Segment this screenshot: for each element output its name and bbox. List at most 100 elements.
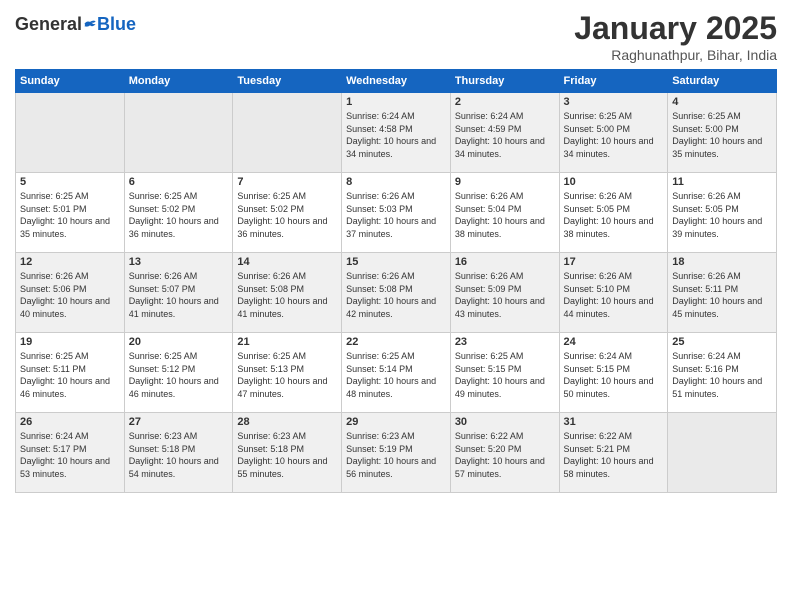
day-info: Sunrise: 6:25 AM Sunset: 5:00 PM Dayligh… (564, 110, 664, 160)
day-info: Sunrise: 6:26 AM Sunset: 5:05 PM Dayligh… (672, 190, 772, 240)
calendar-day-cell: 15 Sunrise: 6:26 AM Sunset: 5:08 PM Dayli… (342, 253, 451, 333)
logo-bird-icon (83, 17, 97, 31)
logo-general-text: General (15, 14, 82, 35)
calendar-week-row: 1 Sunrise: 6:24 AM Sunset: 4:58 PM Daylig… (16, 93, 777, 173)
day-info: Sunrise: 6:26 AM Sunset: 5:04 PM Dayligh… (455, 190, 555, 240)
day-number: 1 (346, 96, 446, 108)
calendar-day-cell: 18 Sunrise: 6:26 AM Sunset: 5:11 PM Dayli… (668, 253, 777, 333)
calendar-day-cell: 10Sunrise: 6:26 AM Sunset: 5:05 PM Dayli… (559, 173, 668, 253)
day-info: Sunrise: 6:26 AM Sunset: 5:03 PM Dayligh… (346, 190, 446, 240)
calendar-day-cell: 24 Sunrise: 6:24 AM Sunset: 5:15 PM Dayli… (559, 333, 668, 413)
day-info: Sunrise: 6:25 AM Sunset: 5:02 PM Dayligh… (129, 190, 229, 240)
calendar-week-row: 5 Sunrise: 6:25 AM Sunset: 5:01 PM Daylig… (16, 173, 777, 253)
calendar-day-cell: 28Sunrise: 6:23 AM Sunset: 5:18 PM Dayli… (233, 413, 342, 493)
day-number: 20 (129, 336, 229, 348)
day-info: Sunrise: 6:25 AM Sunset: 5:11 PM Dayligh… (20, 350, 120, 400)
day-number: 4 (672, 96, 772, 108)
day-info: Sunrise: 6:23 AM Sunset: 5:19 PM Dayligh… (346, 430, 446, 480)
weekday-header: Wednesday (342, 70, 451, 93)
calendar-day-cell: 12 Sunrise: 6:26 AM Sunset: 5:06 PM Dayli… (16, 253, 125, 333)
header: General Blue January 2025 Raghunathpur, … (15, 10, 777, 63)
calendar-day-cell: 2Sunrise: 6:24 AM Sunset: 4:59 PM Daylig… (450, 93, 559, 173)
day-number: 13 (129, 256, 229, 268)
day-number: 11 (672, 176, 772, 188)
day-number: 23 (455, 336, 555, 348)
day-number: 31 (564, 416, 664, 428)
day-number: 12 (20, 256, 120, 268)
day-number: 10 (564, 176, 664, 188)
day-number: 15 (346, 256, 446, 268)
day-info: Sunrise: 6:25 AM Sunset: 5:01 PM Dayligh… (20, 190, 120, 240)
day-number: 25 (672, 336, 772, 348)
calendar-day-cell: 1 Sunrise: 6:24 AM Sunset: 4:58 PM Daylig… (342, 93, 451, 173)
day-number: 3 (564, 96, 664, 108)
day-info: Sunrise: 6:26 AM Sunset: 5:06 PM Dayligh… (20, 270, 120, 320)
calendar-day-cell: 9Sunrise: 6:26 AM Sunset: 5:04 PM Daylig… (450, 173, 559, 253)
day-info: Sunrise: 6:23 AM Sunset: 5:18 PM Dayligh… (129, 430, 229, 480)
day-info: Sunrise: 6:25 AM Sunset: 5:15 PM Dayligh… (455, 350, 555, 400)
calendar-day-cell: 23 Sunrise: 6:25 AM Sunset: 5:15 PM Dayli… (450, 333, 559, 413)
calendar-day-cell: 27 Sunrise: 6:23 AM Sunset: 5:18 PM Dayli… (124, 413, 233, 493)
calendar-day-cell: 11 Sunrise: 6:26 AM Sunset: 5:05 PM Dayli… (668, 173, 777, 253)
day-info: Sunrise: 6:24 AM Sunset: 5:15 PM Dayligh… (564, 350, 664, 400)
day-info: Sunrise: 6:25 AM Sunset: 5:13 PM Dayligh… (237, 350, 337, 400)
day-info: Sunrise: 6:22 AM Sunset: 5:21 PM Dayligh… (564, 430, 664, 480)
weekday-header: Thursday (450, 70, 559, 93)
calendar-day-cell: 4 Sunrise: 6:25 AM Sunset: 5:00 PM Daylig… (668, 93, 777, 173)
day-info: Sunrise: 6:25 AM Sunset: 5:00 PM Dayligh… (672, 110, 772, 160)
calendar-table: SundayMondayTuesdayWednesdayThursdayFrid… (15, 69, 777, 493)
day-number: 24 (564, 336, 664, 348)
day-info: Sunrise: 6:26 AM Sunset: 5:10 PM Dayligh… (564, 270, 664, 320)
calendar-day-cell: 31 Sunrise: 6:22 AM Sunset: 5:21 PM Dayli… (559, 413, 668, 493)
calendar-day-cell: 19 Sunrise: 6:25 AM Sunset: 5:11 PM Dayli… (16, 333, 125, 413)
day-number: 22 (346, 336, 446, 348)
day-info: Sunrise: 6:25 AM Sunset: 5:02 PM Dayligh… (237, 190, 337, 240)
day-number: 16 (455, 256, 555, 268)
calendar-day-cell: 17 Sunrise: 6:26 AM Sunset: 5:10 PM Dayli… (559, 253, 668, 333)
calendar-day-cell: 26Sunrise: 6:24 AM Sunset: 5:17 PM Dayli… (16, 413, 125, 493)
day-number: 27 (129, 416, 229, 428)
calendar-day-cell: 20Sunrise: 6:25 AM Sunset: 5:12 PM Dayli… (124, 333, 233, 413)
day-info: Sunrise: 6:24 AM Sunset: 4:58 PM Dayligh… (346, 110, 446, 160)
calendar-day-cell: 3 Sunrise: 6:25 AM Sunset: 5:00 PM Daylig… (559, 93, 668, 173)
day-info: Sunrise: 6:22 AM Sunset: 5:20 PM Dayligh… (455, 430, 555, 480)
day-number: 18 (672, 256, 772, 268)
calendar-day-cell: 25 Sunrise: 6:24 AM Sunset: 5:16 PM Dayli… (668, 333, 777, 413)
calendar-week-row: 12 Sunrise: 6:26 AM Sunset: 5:06 PM Dayli… (16, 253, 777, 333)
day-info: Sunrise: 6:26 AM Sunset: 5:08 PM Dayligh… (237, 270, 337, 320)
page-container: General Blue January 2025 Raghunathpur, … (0, 0, 792, 503)
weekday-header: Saturday (668, 70, 777, 93)
day-info: Sunrise: 6:26 AM Sunset: 5:11 PM Dayligh… (672, 270, 772, 320)
day-info: Sunrise: 6:25 AM Sunset: 5:14 PM Dayligh… (346, 350, 446, 400)
day-info: Sunrise: 6:24 AM Sunset: 5:17 PM Dayligh… (20, 430, 120, 480)
weekday-header: Monday (124, 70, 233, 93)
calendar-day-cell (233, 93, 342, 173)
day-number: 19 (20, 336, 120, 348)
day-number: 14 (237, 256, 337, 268)
calendar-day-cell: 8Sunrise: 6:26 AM Sunset: 5:03 PM Daylig… (342, 173, 451, 253)
calendar-day-cell: 29Sunrise: 6:23 AM Sunset: 5:19 PM Dayli… (342, 413, 451, 493)
calendar-day-cell: 21 Sunrise: 6:25 AM Sunset: 5:13 PM Dayli… (233, 333, 342, 413)
location: Raghunathpur, Bihar, India (574, 47, 777, 63)
weekday-header-row: SundayMondayTuesdayWednesdayThursdayFrid… (16, 70, 777, 93)
calendar-day-cell: 7 Sunrise: 6:25 AM Sunset: 5:02 PM Daylig… (233, 173, 342, 253)
calendar-week-row: 19 Sunrise: 6:25 AM Sunset: 5:11 PM Dayli… (16, 333, 777, 413)
calendar-day-cell: 13 Sunrise: 6:26 AM Sunset: 5:07 PM Dayli… (124, 253, 233, 333)
day-info: Sunrise: 6:26 AM Sunset: 5:07 PM Dayligh… (129, 270, 229, 320)
day-number: 21 (237, 336, 337, 348)
day-info: Sunrise: 6:24 AM Sunset: 4:59 PM Dayligh… (455, 110, 555, 160)
day-info: Sunrise: 6:26 AM Sunset: 5:08 PM Dayligh… (346, 270, 446, 320)
calendar-day-cell: 16Sunrise: 6:26 AM Sunset: 5:09 PM Dayli… (450, 253, 559, 333)
title-block: January 2025 Raghunathpur, Bihar, India (574, 10, 777, 63)
month-title: January 2025 (574, 10, 777, 47)
day-number: 30 (455, 416, 555, 428)
day-number: 7 (237, 176, 337, 188)
calendar-day-cell: 30 Sunrise: 6:22 AM Sunset: 5:20 PM Dayli… (450, 413, 559, 493)
calendar-day-cell (16, 93, 125, 173)
day-number: 17 (564, 256, 664, 268)
calendar-week-row: 26Sunrise: 6:24 AM Sunset: 5:17 PM Dayli… (16, 413, 777, 493)
calendar-day-cell: 6Sunrise: 6:25 AM Sunset: 5:02 PM Daylig… (124, 173, 233, 253)
day-info: Sunrise: 6:24 AM Sunset: 5:16 PM Dayligh… (672, 350, 772, 400)
calendar-day-cell (668, 413, 777, 493)
day-number: 5 (20, 176, 120, 188)
